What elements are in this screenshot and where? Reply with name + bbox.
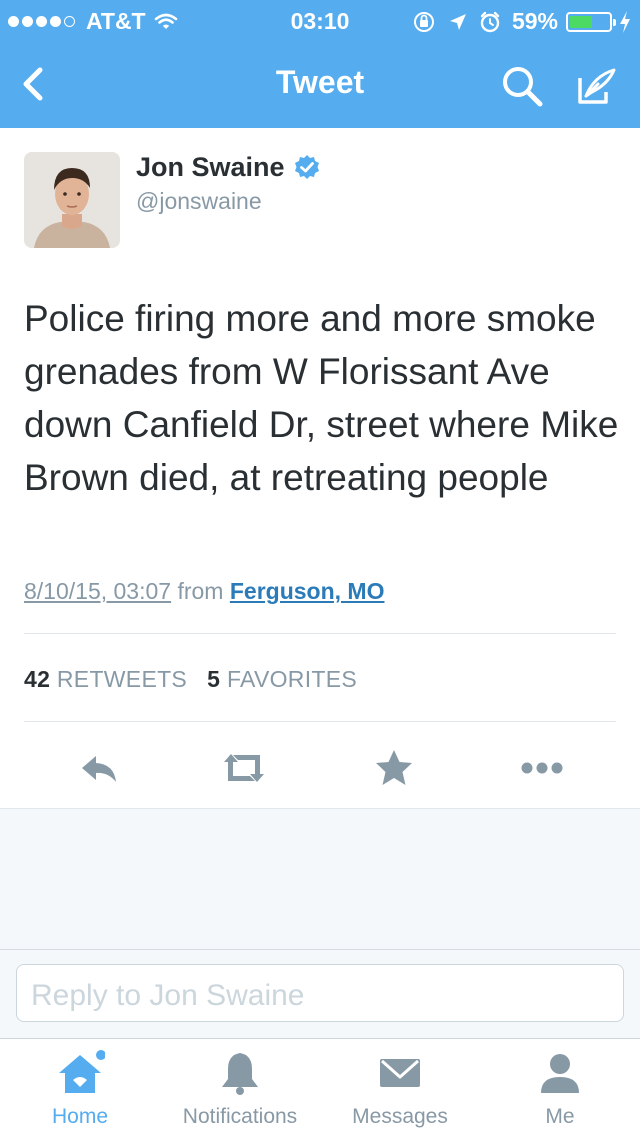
favorites-count: 5 bbox=[207, 666, 221, 692]
profile-photo bbox=[24, 152, 120, 248]
tab-home[interactable]: Home bbox=[0, 1039, 160, 1136]
alarm-icon bbox=[480, 11, 500, 32]
rotation-lock-icon bbox=[413, 11, 434, 32]
tab-notifications[interactable]: Notifications bbox=[160, 1039, 320, 1136]
home-icon bbox=[59, 1050, 105, 1093]
favorites-label: FAVORITES bbox=[226, 666, 358, 692]
person-icon bbox=[541, 1054, 579, 1093]
tab-messages[interactable]: Messages bbox=[320, 1039, 480, 1136]
divider bbox=[24, 633, 616, 634]
status-right: 59% bbox=[412, 8, 632, 35]
compose-icon[interactable] bbox=[572, 62, 620, 110]
more-options-icon[interactable] bbox=[518, 746, 566, 790]
tab-me[interactable]: Me bbox=[480, 1039, 640, 1136]
tweet-text: Police firing more and more smoke grenad… bbox=[24, 298, 619, 498]
tab-messages-label: Messages bbox=[352, 1105, 448, 1128]
battery-icon bbox=[566, 11, 616, 32]
divider bbox=[24, 721, 616, 722]
retweets-stat[interactable]: 42 RETWEETS bbox=[24, 666, 187, 692]
retweets-label: RETWEETS bbox=[56, 666, 188, 692]
nav-bar: Tweet bbox=[0, 40, 640, 128]
tab-me-label: Me bbox=[545, 1105, 575, 1128]
reply-input[interactable]: Reply to Jon Swaine bbox=[16, 964, 624, 1022]
reply-bar: Reply to Jon Swaine bbox=[0, 950, 640, 1038]
envelope-icon bbox=[380, 1059, 420, 1087]
author-handle[interactable]: @jonswaine bbox=[136, 188, 262, 215]
tab-notifications-label: Notifications bbox=[182, 1105, 298, 1128]
favorites-stat[interactable]: 5 FAVORITES bbox=[207, 666, 357, 692]
tweet-timestamp-link[interactable]: 8/10/15, 03:07 bbox=[24, 578, 171, 604]
empty-replies-area bbox=[0, 808, 640, 950]
tab-home-label: Home bbox=[51, 1105, 109, 1128]
tab-bar: Home Notifications Messages Me bbox=[0, 1038, 640, 1136]
tweet-location-link[interactable]: Ferguson, MO bbox=[230, 578, 385, 604]
search-icon[interactable] bbox=[498, 62, 546, 110]
battery-level bbox=[570, 15, 592, 28]
top-bar: AT&T 03:10 59% Tweet bbox=[0, 0, 640, 128]
reply-icon[interactable] bbox=[74, 746, 122, 790]
avatar[interactable] bbox=[24, 152, 120, 248]
favorite-star-icon[interactable] bbox=[370, 746, 418, 790]
verified-badge-icon bbox=[294, 154, 319, 179]
tweet-actions bbox=[0, 740, 640, 796]
location-arrow-icon bbox=[449, 13, 466, 30]
author-name-text: Jon Swaine bbox=[136, 152, 285, 182]
from-label: from bbox=[177, 578, 224, 604]
retweet-icon[interactable] bbox=[220, 746, 268, 790]
tweet-stats: 42 RETWEETS 5 FAVORITES bbox=[24, 666, 357, 693]
status-bar: AT&T 03:10 59% bbox=[0, 0, 640, 40]
battery-percent: 59% bbox=[511, 8, 558, 34]
tweet-meta: 8/10/15, 03:07 from Ferguson, MO bbox=[24, 578, 384, 605]
retweets-count: 42 bbox=[24, 666, 51, 692]
bell-icon bbox=[222, 1053, 258, 1095]
author-name[interactable]: Jon Swaine bbox=[136, 152, 321, 183]
charging-bolt-icon bbox=[620, 10, 630, 33]
